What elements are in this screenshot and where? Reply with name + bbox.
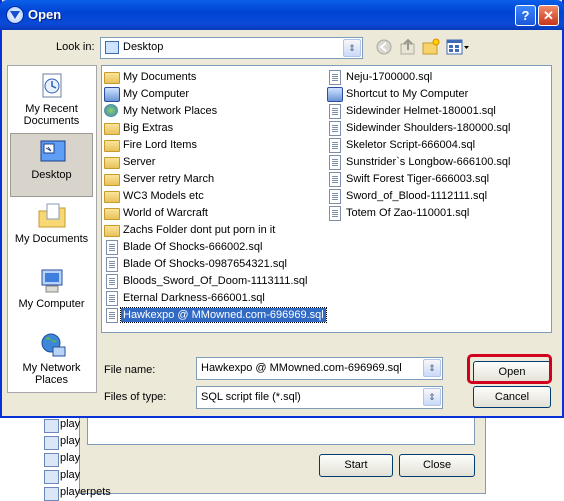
file-item-label: Blade Of Shocks-666002.sql	[123, 241, 263, 253]
folder-icon	[104, 191, 120, 203]
files-of-type-select[interactable]: SQL script file (*.sql) ⇕	[196, 386, 443, 409]
background-item[interactable]: play	[42, 468, 102, 484]
file-item-label: Sword_of_Blood-1112111.sql	[346, 190, 488, 202]
network-places-icon	[104, 104, 118, 117]
new-folder-icon[interactable]	[422, 38, 440, 56]
places-bar: My Recent Documents Desktop My Documents…	[7, 65, 97, 393]
sql-file-icon	[329, 121, 341, 136]
sql-file-icon	[329, 189, 341, 204]
file-item-label: Swift Forest Tiger-666003.sql	[346, 173, 490, 185]
file-item-label: Fire Lord Items	[123, 139, 197, 151]
file-item-label: Totem Of Zao-110001.sql	[346, 207, 470, 219]
place-my-network-places[interactable]: My Network Places	[10, 327, 93, 389]
chevron-down-icon[interactable]: ⇕	[423, 388, 441, 406]
file-icon	[44, 487, 59, 501]
file-item-label: My Documents	[123, 71, 197, 83]
files-of-type-label: Files of type:	[104, 391, 167, 403]
shortcut-icon	[327, 87, 343, 102]
place-my-computer[interactable]: My Computer	[10, 263, 93, 325]
folder-icon	[104, 174, 120, 186]
chevron-down-icon[interactable]: ⇕	[343, 39, 361, 57]
back-icon[interactable]	[375, 38, 393, 56]
help-button[interactable]: ?	[515, 5, 536, 26]
desktop-icon	[105, 41, 119, 54]
file-item-label: My Network Places	[123, 105, 218, 117]
sql-file-icon	[329, 172, 341, 187]
sql-file-icon	[106, 291, 118, 306]
file-item-label: Hawkexpo @ MMowned.com-696969.sql	[120, 307, 327, 323]
views-menu-icon[interactable]	[446, 38, 470, 56]
start-button[interactable]: Start	[319, 454, 393, 477]
recent-documents-icon	[37, 72, 67, 100]
folder-icon	[104, 140, 120, 152]
sql-file-icon	[106, 274, 118, 289]
file-item-label: Zachs Folder dont put porn in it	[123, 224, 276, 236]
background-close-button[interactable]: Close	[399, 454, 475, 477]
look-in-label: Look in:	[56, 41, 95, 53]
file-item-label: Sidewinder Shoulders-180000.sql	[346, 122, 511, 134]
file-name-value: Hawkexpo @ MMowned.com-696969.sql	[201, 362, 402, 374]
files-of-type-value: SQL script file (*.sql)	[201, 391, 301, 403]
close-button[interactable]: ✕	[538, 5, 559, 26]
sql-file-icon	[329, 155, 341, 170]
my-computer-icon	[37, 267, 67, 295]
dialog-title: Open	[28, 7, 62, 22]
background-item[interactable]: playerpets	[42, 485, 111, 501]
my-documents-icon	[37, 202, 67, 230]
file-item-label: Skeletor Script-666004.sql	[346, 139, 476, 151]
sql-file-icon	[106, 257, 118, 272]
file-item-label: Server	[123, 156, 156, 168]
file-item-label: Big Extras	[123, 122, 174, 134]
sql-file-icon	[106, 308, 118, 323]
folder-icon	[104, 157, 120, 169]
file-item-label: Neju-1700000.sql	[346, 71, 433, 83]
background-item-list: play play play play playerpets	[42, 417, 111, 501]
file-item-label: Sidewinder Helmet-180001.sql	[346, 105, 496, 117]
sql-file-icon	[329, 206, 341, 221]
file-item-label: Sunstrider`s Longbow-666100.sql	[346, 156, 511, 168]
sql-file-icon	[106, 240, 118, 255]
file-item-label: Eternal Darkness-666001.sql	[123, 292, 265, 304]
app-icon	[6, 6, 24, 24]
file-item-label: Server retry March	[123, 173, 215, 185]
background-item[interactable]: play	[42, 417, 102, 433]
look-in-combo[interactable]: Desktop ⇕	[100, 37, 363, 59]
file-name-field[interactable]: Hawkexpo @ MMowned.com-696969.sql ⇕	[196, 357, 443, 380]
look-in-value: Desktop	[123, 41, 164, 53]
file-icon	[44, 436, 59, 450]
file-item-label: Shortcut to My Computer	[346, 88, 469, 100]
file-item-label: Bloods_Sword_Of_Doom-1113111.sql	[123, 275, 308, 287]
network-places-icon	[37, 331, 67, 359]
sql-file-icon	[329, 104, 341, 119]
file-icon	[44, 470, 59, 484]
place-my-recent-documents[interactable]: My Recent Documents	[10, 68, 93, 130]
file-name-label: File name:	[104, 364, 156, 376]
file-item-label: World of Warcraft	[123, 207, 208, 219]
file-item-label: My Computer	[123, 88, 190, 100]
sql-file-icon	[329, 138, 341, 153]
file-item-label: Blade Of Shocks-0987654321.sql	[123, 258, 287, 270]
folder-icon	[104, 225, 120, 237]
folder-icon	[104, 123, 120, 135]
title-bar[interactable]: Open ? ✕	[0, 0, 564, 30]
place-my-documents[interactable]: My Documents	[10, 198, 93, 260]
desktop-icon	[38, 138, 68, 166]
highlight-ring	[467, 354, 552, 384]
file-item-label: WC3 Models etc	[123, 190, 204, 202]
file-icon	[44, 419, 59, 433]
chevron-down-icon[interactable]: ⇕	[423, 359, 441, 377]
my-documents-icon	[104, 72, 120, 84]
folder-icon	[104, 208, 120, 220]
background-item[interactable]: play	[42, 451, 102, 467]
cancel-button[interactable]: Cancel	[473, 386, 551, 408]
up-folder-icon[interactable]	[399, 38, 417, 56]
place-desktop[interactable]: Desktop	[10, 133, 93, 197]
file-icon	[44, 453, 59, 467]
background-item[interactable]: play	[42, 434, 102, 450]
file-list[interactable]: My Documents My Computer My Network Places…	[101, 65, 552, 333]
my-computer-icon	[104, 87, 120, 102]
sql-file-icon	[329, 70, 341, 85]
